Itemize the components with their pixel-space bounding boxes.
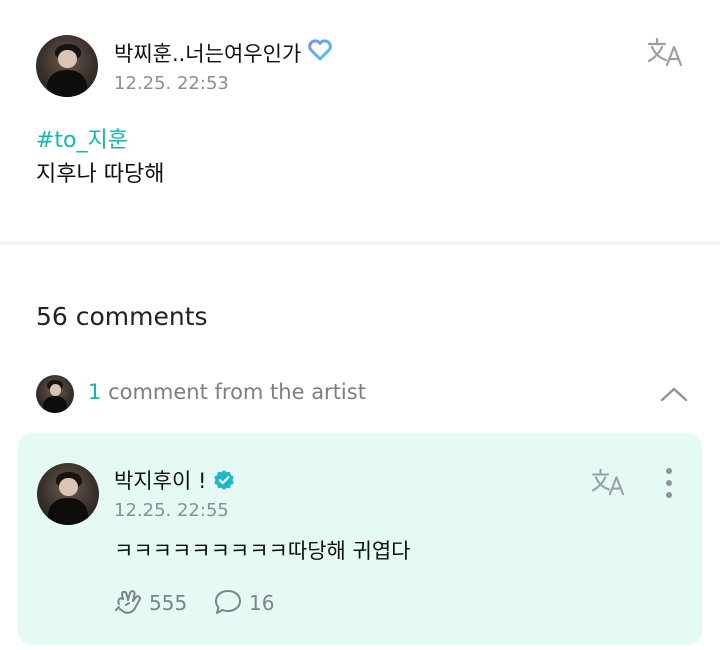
chevron-up-icon[interactable] xyxy=(660,386,688,402)
artist-comment-card: 박지후이 ! 12.25. 22:55 ㅋㅋㅋㅋㅋㅋㅋㅋㅋ따당해 귀엽다 555 xyxy=(18,433,702,645)
heart-icon xyxy=(308,39,332,61)
post-author-avatar[interactable] xyxy=(36,35,98,97)
translate-icon[interactable] xyxy=(646,36,686,68)
verified-badge-icon xyxy=(214,470,234,490)
reply-icon[interactable] xyxy=(214,589,242,615)
artist-mini-avatar xyxy=(36,375,74,413)
artist-comment-summary: 1 comment from the artist xyxy=(88,380,366,404)
section-divider xyxy=(0,241,720,245)
like-cheer-icon[interactable] xyxy=(114,588,144,616)
translate-icon[interactable] xyxy=(590,467,628,497)
post-timestamp: 12.25. 22:53 xyxy=(114,73,229,94)
comment-author-name[interactable]: 박지후이 ! xyxy=(114,465,206,495)
artist-comments-toggle[interactable]: 1 comment from the artist xyxy=(0,370,720,418)
comment-author-avatar[interactable] xyxy=(37,463,99,525)
comment-timestamp: 12.25. 22:55 xyxy=(114,500,229,521)
post-body: 지후나 따당해 xyxy=(36,162,165,187)
like-count: 555 xyxy=(149,591,188,615)
artist-comment-count: 1 xyxy=(88,380,102,404)
comment-reactions: 555 16 xyxy=(114,588,334,618)
comments-count: 56 comments xyxy=(36,302,208,331)
post-author-name[interactable]: 박찌훈..너는여우인가 xyxy=(114,38,301,68)
post-hashtag[interactable]: #to_지훈 xyxy=(36,122,128,154)
artist-comment-label: comment from the artist xyxy=(108,380,366,404)
more-options-icon[interactable] xyxy=(665,468,673,498)
reply-count: 16 xyxy=(249,591,275,615)
post: 박찌훈..너는여우인가 12.25. 22:53 #to_지훈 지후나 따당해 xyxy=(0,0,720,240)
comment-text: ㅋㅋㅋㅋㅋㅋㅋㅋㅋ따당해 귀엽다 xyxy=(114,539,411,563)
